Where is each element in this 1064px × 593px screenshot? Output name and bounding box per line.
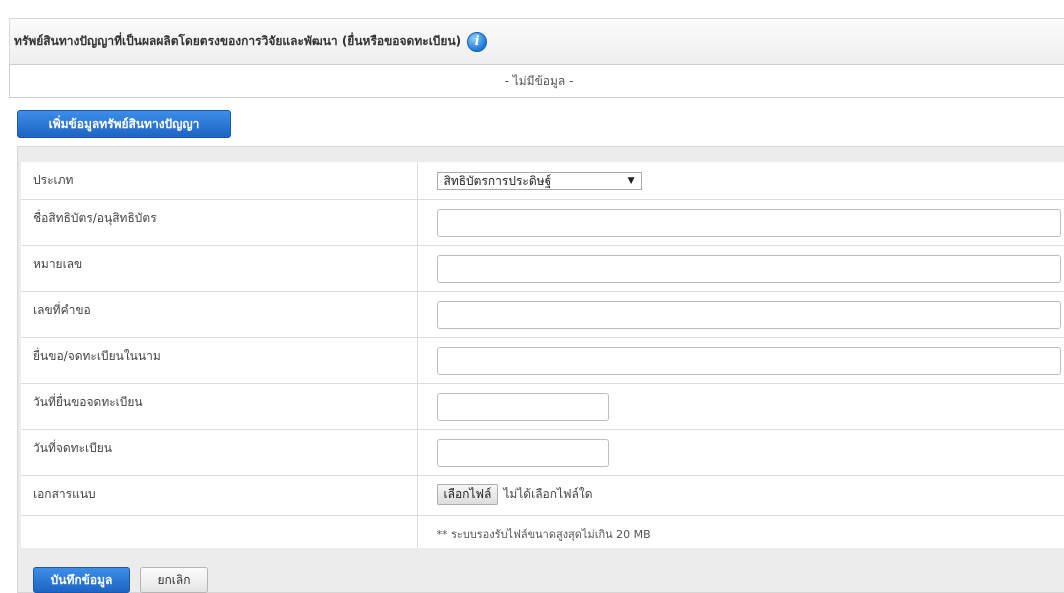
- info-icon[interactable]: i: [467, 31, 488, 52]
- add-ip-button[interactable]: เพิ่มข้อมูลทรัพย์สินทางปัญญา: [17, 110, 231, 138]
- request-no-label: เลขที่คำขอ: [21, 290, 417, 337]
- form-row-number: หมายเลข: [21, 244, 1064, 291]
- ip-form: ประเภท สิทธิบัตรการประดิษฐ์ ▼ ชื่อสิทธิบ…: [21, 162, 1064, 548]
- patent-name-label: ชื่อสิทธิบัตร/อนุสิทธิบัตร: [21, 198, 417, 245]
- type-select-value: สิทธิบัตรการประดิษฐ์: [443, 173, 552, 188]
- number-label: หมายเลข: [21, 244, 417, 291]
- form-row-applicant: ยื่นขอ/จดทะเบียนในนาม: [21, 336, 1064, 383]
- reg-date-input[interactable]: [436, 438, 609, 467]
- section-title: ทรัพย์สินทางปัญญาที่เป็นผลผลิตโดยตรงของก…: [14, 34, 462, 48]
- type-label: ประเภท: [33, 173, 74, 187]
- form-row-patent-name: ชื่อสิทธิบัตร/อนุสิทธิบัตร: [21, 198, 1064, 245]
- number-input[interactable]: [436, 254, 1061, 283]
- form-row-type: ประเภท สิทธิบัตรการประดิษฐ์ ▼: [21, 162, 1064, 199]
- file-size-note: ** ระบบรองรับไฟล์ขนาดสูงสุดไม่เกิน 20 MB: [436, 527, 651, 541]
- form-row-attachment: เอกสารแนบ เลือกไฟล์ ไม่ได้เลือกไฟล์ใด: [21, 474, 1064, 515]
- patent-name-input[interactable]: [436, 208, 1061, 237]
- reg-date-label: วันที่จดทะเบียน: [21, 428, 417, 475]
- form-row-note: ** ระบบรองรับไฟล์ขนาดสูงสุดไม่เกิน 20 MB: [21, 514, 1064, 548]
- save-button[interactable]: บันทึกข้อมูล: [33, 567, 130, 593]
- cancel-button[interactable]: ยกเลิก: [140, 567, 208, 593]
- chevron-down-icon: ▼: [627, 176, 635, 186]
- form-row-filing-date: วันที่ยื่นขอจดทะเบียน: [21, 382, 1064, 429]
- applicant-input[interactable]: [436, 346, 1061, 375]
- no-data-message: - ไม่มีข้อมูล -: [9, 64, 1064, 98]
- filing-date-input[interactable]: [436, 392, 609, 421]
- type-select[interactable]: สิทธิบัตรการประดิษฐ์ ▼: [436, 172, 642, 190]
- choose-file-button[interactable]: เลือกไฟล์: [436, 483, 499, 505]
- applicant-label: ยื่นขอ/จดทะเบียนในนาม: [21, 336, 417, 383]
- section-header: ทรัพย์สินทางปัญญาที่เป็นผลผลิตโดยตรงของก…: [9, 18, 1064, 64]
- form-row-reg-date: วันที่จดทะเบียน: [21, 428, 1064, 475]
- attachment-label: เอกสารแนบ: [21, 474, 417, 515]
- filing-date-label: วันที่ยื่นขอจดทะเบียน: [21, 382, 417, 429]
- form-row-request-no: เลขที่คำขอ: [21, 290, 1064, 337]
- request-no-input[interactable]: [436, 300, 1061, 329]
- file-status-text: ไม่ได้เลือกไฟล์ใด: [503, 486, 593, 501]
